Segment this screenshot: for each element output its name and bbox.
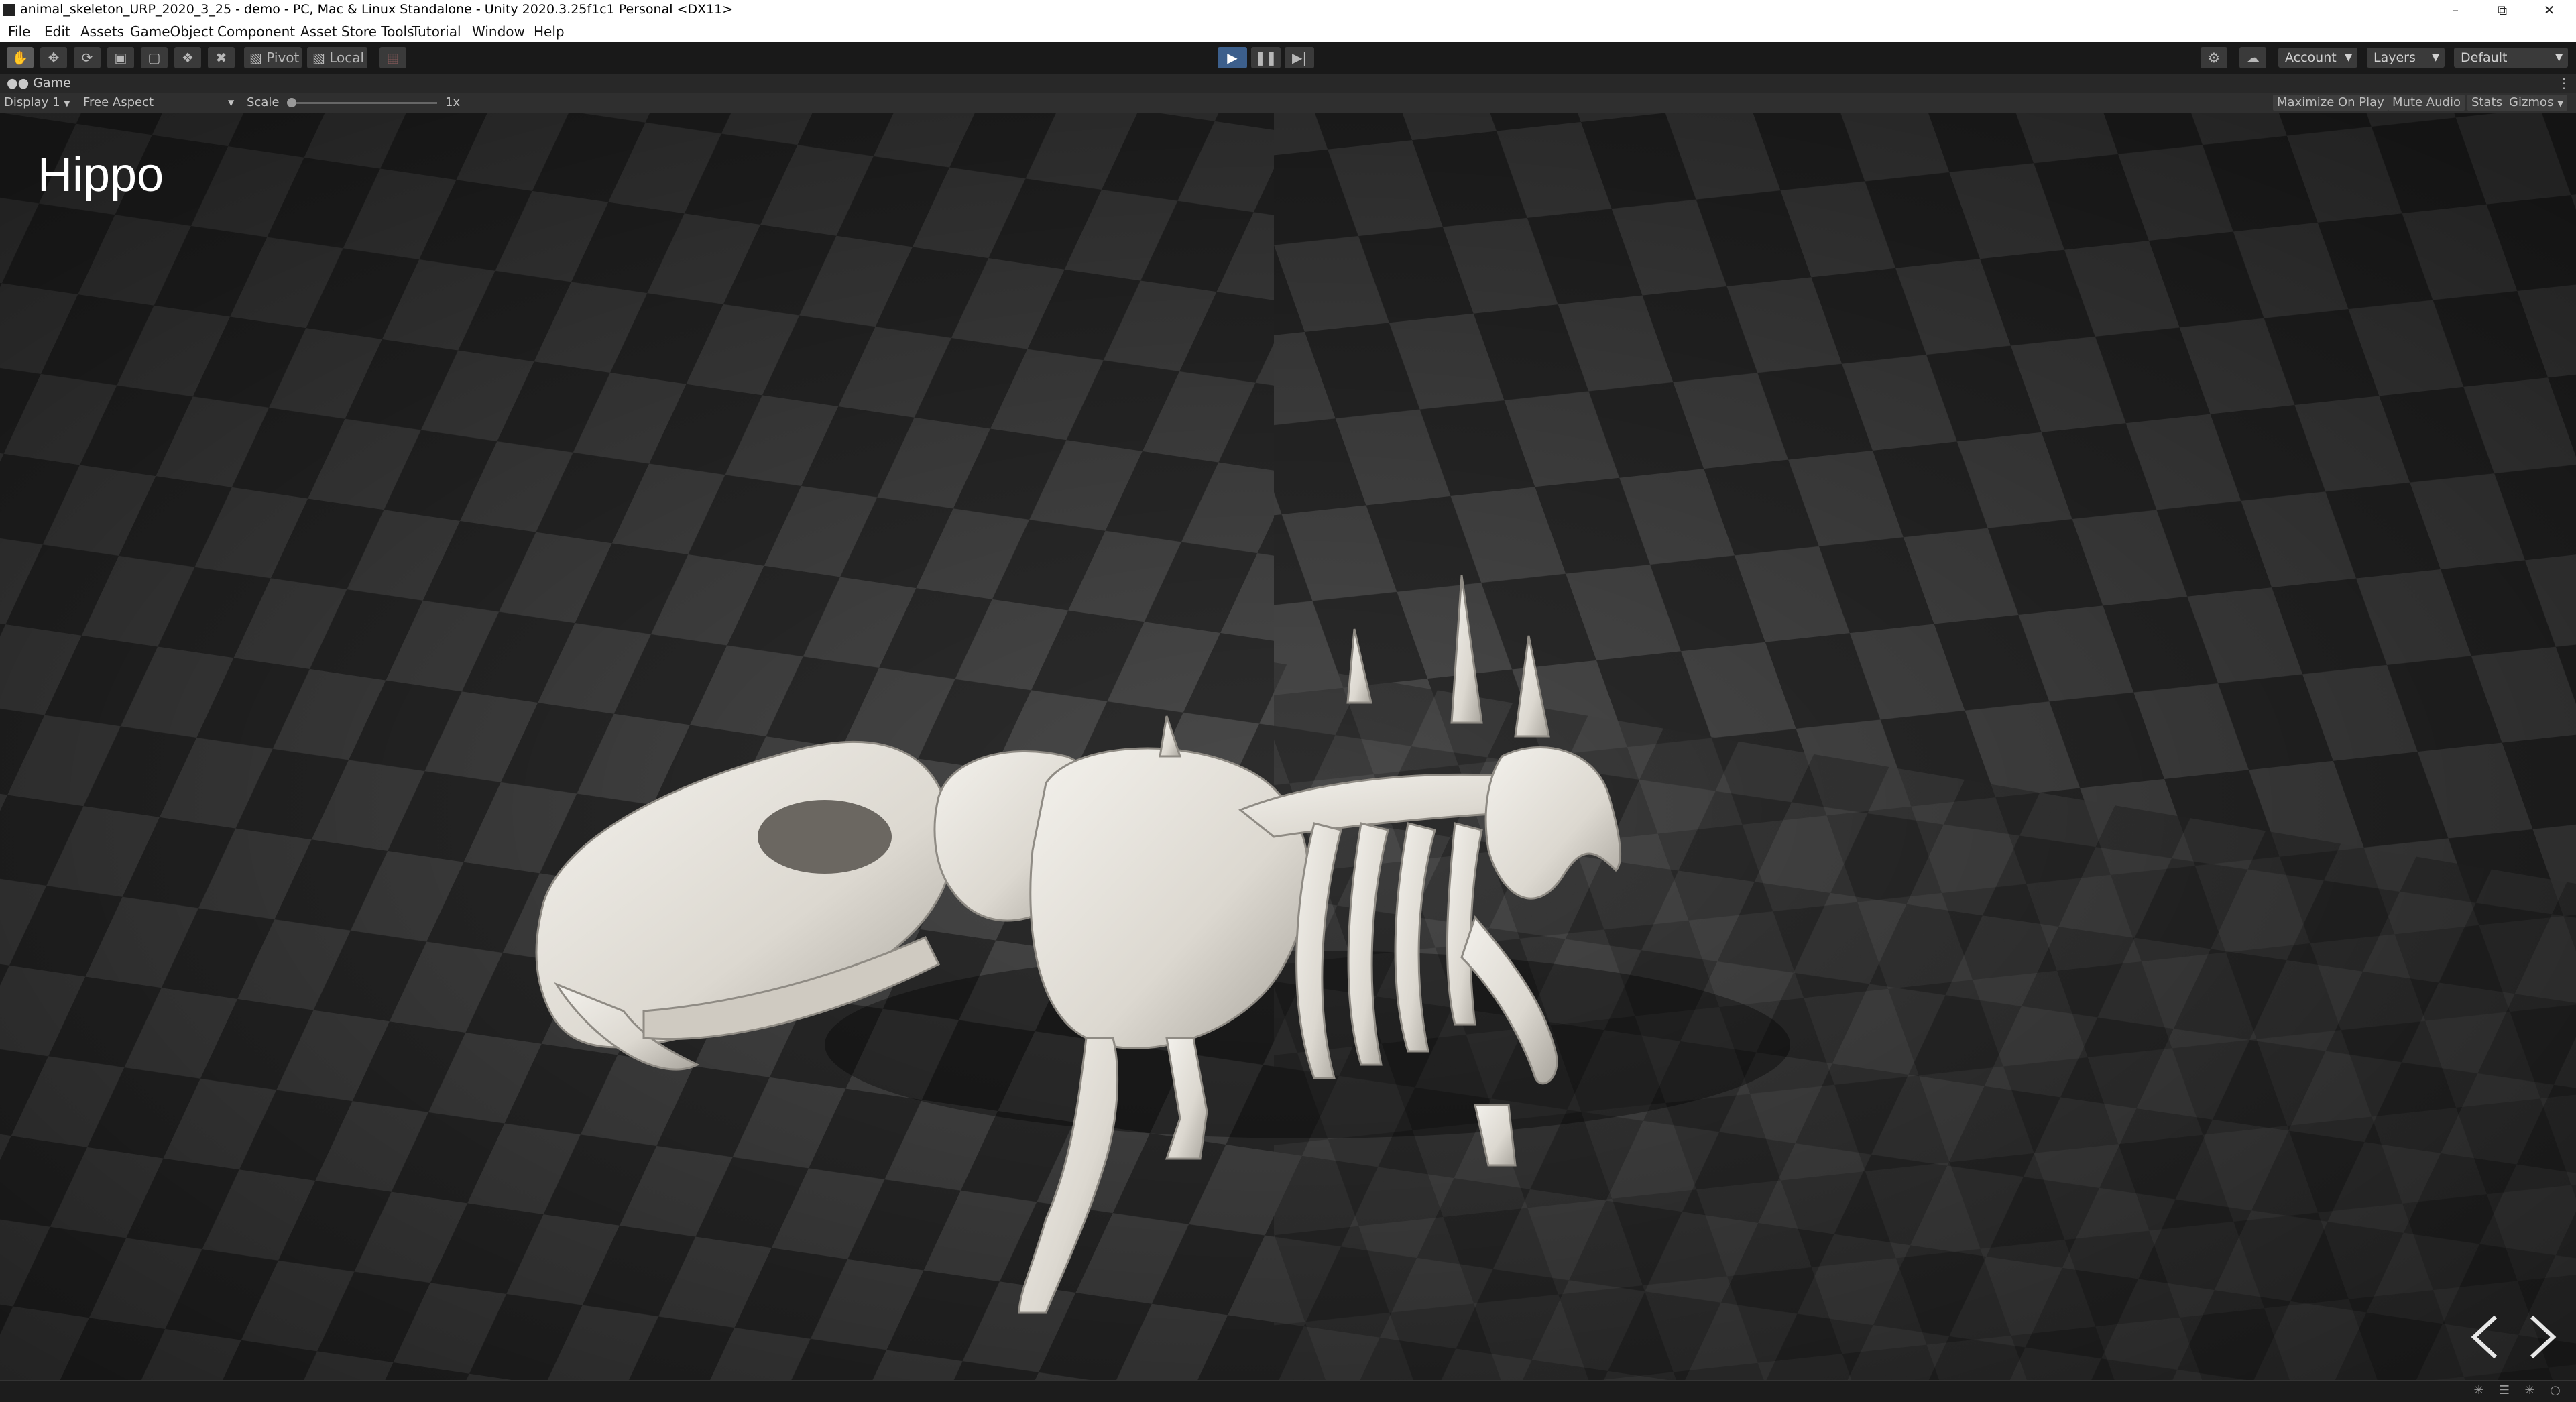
menu-help[interactable]: Help bbox=[534, 23, 565, 40]
chevron-down-icon: ▼ bbox=[64, 99, 70, 108]
chevron-right-icon[interactable] bbox=[2520, 1313, 2563, 1361]
layout-label: Default bbox=[2461, 50, 2508, 65]
gamepad-icon: ●● bbox=[7, 76, 30, 91]
rotate-tool-icon[interactable]: ⟳ bbox=[74, 47, 101, 68]
play-icon[interactable]: ▶ bbox=[1218, 47, 1247, 68]
local-toggle[interactable]: ▧ Local bbox=[307, 47, 367, 68]
mute-audio-toggle[interactable]: Mute Audio bbox=[2388, 95, 2465, 111]
rect-tool-icon[interactable]: ▢ bbox=[141, 47, 168, 68]
status-bar: ✳ ☰ ✳ ○ bbox=[0, 1380, 2576, 1402]
hand-tool-icon[interactable]: ✋ bbox=[7, 47, 34, 68]
aspect-select[interactable]: Free Aspect ▼ bbox=[83, 93, 237, 113]
pivot-icon: ▧ bbox=[249, 50, 262, 66]
layers-dropdown[interactable]: Layers ▼ bbox=[2367, 48, 2445, 68]
transform-tool-icon[interactable]: ❖ bbox=[174, 47, 201, 68]
tab-game[interactable]: ●● Game bbox=[7, 74, 71, 93]
chevron-down-icon: ▼ bbox=[2432, 52, 2439, 63]
tab-game-label: Game bbox=[33, 76, 71, 91]
menu-file[interactable]: File bbox=[8, 23, 30, 40]
minimize-icon[interactable]: – bbox=[2435, 0, 2475, 20]
menu-gameobject[interactable]: GameObject bbox=[130, 23, 214, 40]
cloud-icon[interactable]: ☁ bbox=[2239, 47, 2266, 68]
chevron-down-icon: ▼ bbox=[2345, 52, 2352, 63]
stats-toggle[interactable]: Stats bbox=[2467, 95, 2506, 111]
window-title-bar: animal_skeleton_URP_2020_3_25 - demo - P… bbox=[0, 0, 2576, 20]
collab-icon[interactable]: ⚙ bbox=[2201, 47, 2227, 68]
chevron-down-icon: ▼ bbox=[228, 98, 235, 107]
menu-window[interactable]: Window bbox=[472, 23, 525, 40]
step-icon[interactable]: ▶| bbox=[1285, 47, 1314, 68]
auto-generate-icon[interactable]: ✳ bbox=[2522, 1383, 2537, 1398]
more-options-icon[interactable]: ⋮ bbox=[2557, 74, 2571, 93]
layers-label: Layers bbox=[2374, 50, 2416, 65]
menu-component[interactable]: Component bbox=[217, 23, 295, 40]
game-tab-strip: ●● Game ⋮ bbox=[0, 74, 2576, 93]
scale-slider-handle[interactable] bbox=[287, 98, 296, 107]
scale-value: 1x bbox=[445, 95, 461, 109]
scale-slider-track[interactable] bbox=[290, 102, 437, 104]
gizmos-label: Gizmos bbox=[2509, 95, 2554, 109]
progress-icon[interactable]: ○ bbox=[2548, 1383, 2563, 1398]
account-dropdown[interactable]: Account ▼ bbox=[2278, 48, 2357, 68]
checkerboard-floor bbox=[0, 113, 2576, 1380]
pause-icon[interactable]: ❚❚ bbox=[1251, 47, 1281, 68]
layers-status-icon[interactable]: ☰ bbox=[2497, 1383, 2512, 1398]
window-title: animal_skeleton_URP_2020_3_25 - demo - P… bbox=[20, 2, 734, 17]
chevron-left-icon[interactable] bbox=[2465, 1313, 2508, 1361]
account-label: Account bbox=[2285, 50, 2337, 65]
bug-icon[interactable]: ✳ bbox=[2471, 1383, 2486, 1398]
scale-tool-icon[interactable]: ▣ bbox=[107, 47, 134, 68]
close-icon[interactable]: ✕ bbox=[2529, 0, 2569, 20]
restore-icon[interactable]: ⧉ bbox=[2482, 0, 2522, 20]
custom-tool-icon[interactable]: ✖ bbox=[208, 47, 235, 68]
main-toolbar: ✋ ✥ ⟳ ▣ ▢ ❖ ✖ ▧ Pivot ▧ Local ▦ ▶ ❚❚ ▶| … bbox=[0, 42, 2576, 74]
game-viewport[interactable]: Hippo bbox=[0, 113, 2576, 1380]
scale-label: Scale bbox=[247, 95, 280, 109]
local-label: Local bbox=[329, 50, 365, 66]
grid-snap-icon[interactable]: ▦ bbox=[379, 47, 406, 68]
unity-app-icon bbox=[3, 4, 15, 16]
menu-tutorial[interactable]: Tutorial bbox=[412, 23, 461, 40]
layout-dropdown[interactable]: Default ▼ bbox=[2454, 48, 2568, 68]
menu-asset-store-tools[interactable]: Asset Store Tools bbox=[300, 23, 414, 40]
menu-bar: File Edit Assets GameObject Component As… bbox=[0, 20, 2576, 42]
pivot-toggle[interactable]: ▧ Pivot bbox=[244, 47, 302, 68]
pivot-label: Pivot bbox=[266, 50, 300, 66]
display-label: Display 1 bbox=[4, 95, 60, 109]
chevron-down-icon: ▼ bbox=[2555, 52, 2563, 63]
maximize-on-play-toggle[interactable]: Maximize On Play bbox=[2273, 95, 2388, 111]
chevron-down-icon: ▼ bbox=[2557, 99, 2564, 108]
local-icon: ▧ bbox=[312, 50, 325, 66]
aspect-label: Free Aspect bbox=[83, 95, 154, 109]
menu-assets[interactable]: Assets bbox=[80, 23, 124, 40]
scene-title: Hippo bbox=[38, 148, 164, 202]
menu-edit[interactable]: Edit bbox=[44, 23, 70, 40]
gizmos-toggle[interactable]: Gizmos ▼ bbox=[2505, 95, 2568, 111]
display-select[interactable]: Display 1 ▼ bbox=[4, 93, 70, 113]
move-tool-icon[interactable]: ✥ bbox=[40, 47, 67, 68]
game-view-controls: Display 1 ▼ Free Aspect ▼ Scale 1x Maxim… bbox=[0, 93, 2576, 113]
